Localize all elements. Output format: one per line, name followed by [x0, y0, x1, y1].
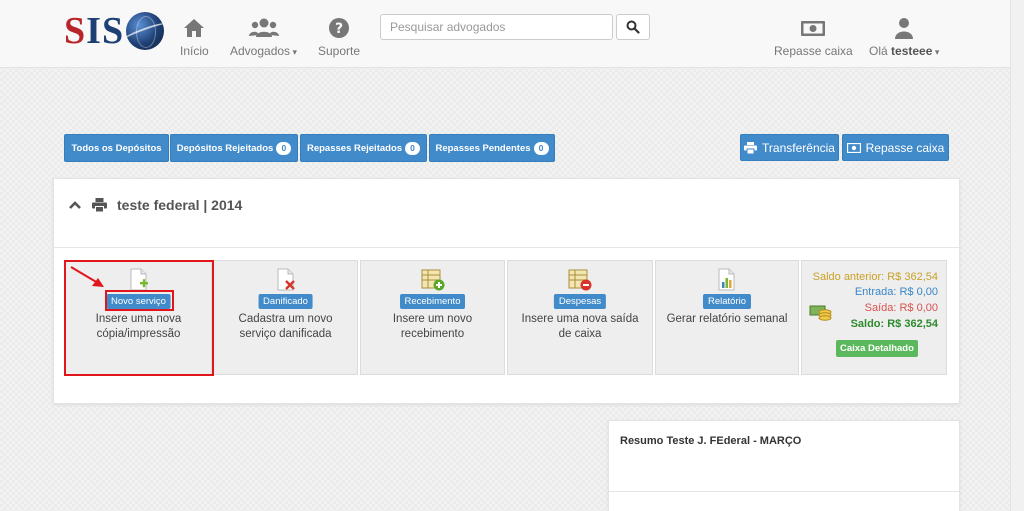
- tile-tag: Danificado: [258, 294, 313, 309]
- search-input[interactable]: [380, 14, 613, 40]
- search-icon: [626, 20, 640, 34]
- repasse-caixa-button[interactable]: Repasse caixa: [842, 134, 949, 161]
- panel-header: teste federal | 2014: [68, 197, 242, 213]
- user-icon: [895, 18, 914, 39]
- divider: [54, 247, 959, 248]
- nav-inicio[interactable]: Início: [180, 16, 209, 58]
- tile-tag: Relatório: [702, 294, 752, 309]
- count-badge: 0: [276, 141, 292, 155]
- scrollbar[interactable]: [1010, 0, 1024, 511]
- printer-icon: [744, 141, 758, 154]
- tile-desc: Insere uma nova saída de caixa: [521, 313, 639, 340]
- money-icon: [801, 21, 826, 36]
- annotation-tag-box: [105, 290, 174, 311]
- coins-icon: [809, 305, 832, 321]
- tile-desc: Gerar relatório semanal: [666, 313, 788, 325]
- user-name: testeee: [891, 44, 933, 58]
- tile-recebimento[interactable]: Recebimento Insere um novo recebimento: [360, 260, 505, 375]
- tile-desc: Insere uma nova cópia/impressão: [95, 313, 182, 340]
- report-icon: [718, 268, 735, 291]
- income-icon: [421, 269, 444, 291]
- damaged-doc-icon: [277, 268, 295, 291]
- tile-desc: Insere um novo recebimento: [392, 313, 473, 340]
- tile-despesas[interactable]: Despesas Insere uma nova saída de caixa: [507, 260, 653, 375]
- tile-desc: Cadastra um novo serviço danificada: [238, 313, 333, 340]
- tab-todos-depositos[interactable]: Todos os Depósitos: [64, 134, 169, 162]
- panel-title: teste federal | 2014: [117, 197, 243, 213]
- tab-depositos-rejeitados[interactable]: Depósitos Rejeitados 0: [170, 134, 298, 162]
- tile-tag: Recebimento: [399, 294, 466, 309]
- svg-text:?: ?: [335, 21, 343, 37]
- transferencia-button[interactable]: Transferência: [740, 134, 839, 161]
- nav-repasse-caixa[interactable]: Repasse caixa: [774, 16, 853, 58]
- count-badge: 0: [405, 141, 421, 155]
- money-icon: [846, 142, 861, 153]
- cash-summary: Saldo anterior: R$ 362,54 Entrada: R$ 0,…: [801, 260, 947, 375]
- tab-repasses-rejeitados[interactable]: Repasses Rejeitados 0: [300, 134, 427, 162]
- tile-relatorio[interactable]: Relatório Gerar relatório semanal: [655, 260, 799, 375]
- users-icon: [248, 18, 279, 37]
- question-icon: ?: [329, 18, 350, 38]
- top-navbar: SIS Início Advogados ? Suporte: [0, 0, 1010, 68]
- resumo-title: Resumo Teste J. FEderal - MARÇO: [620, 435, 802, 447]
- nav-advogados[interactable]: Advogados: [230, 16, 297, 58]
- resumo-panel: Resumo Teste J. FEderal - MARÇO: [608, 420, 960, 511]
- divider: [609, 491, 959, 492]
- tab-repasses-pendentes[interactable]: Repasses Pendentes 0: [429, 134, 555, 162]
- entrada-value: Entrada: R$ 0,00: [854, 286, 938, 298]
- annotation-arrow-icon: [70, 266, 104, 287]
- home-icon: [184, 19, 205, 37]
- count-badge: 0: [533, 141, 549, 155]
- printer-icon: [92, 198, 107, 212]
- expense-icon: [568, 269, 592, 291]
- tile-tag: Despesas: [553, 294, 607, 309]
- new-doc-icon: [130, 268, 148, 291]
- chevron-up-icon[interactable]: [68, 200, 82, 210]
- search-button[interactable]: [616, 14, 650, 40]
- globe-icon: [126, 12, 165, 50]
- logo-wordmark: SIS: [64, 10, 125, 52]
- user-menu[interactable]: Olá testeee: [869, 16, 939, 58]
- sis-logo[interactable]: SIS: [64, 10, 165, 52]
- saldo-anterior: Saldo anterior: R$ 362,54: [812, 271, 938, 283]
- tile-danificado[interactable]: Danificado Cadastra um novo serviço dani…: [213, 260, 358, 375]
- saldo-value: Saldo: R$ 362,54: [850, 318, 938, 330]
- saida-value: Saída: R$ 0,00: [864, 302, 938, 314]
- caixa-detalhado-button[interactable]: Caixa Detalhado: [836, 340, 918, 357]
- nav-suporte[interactable]: ? Suporte: [318, 16, 360, 58]
